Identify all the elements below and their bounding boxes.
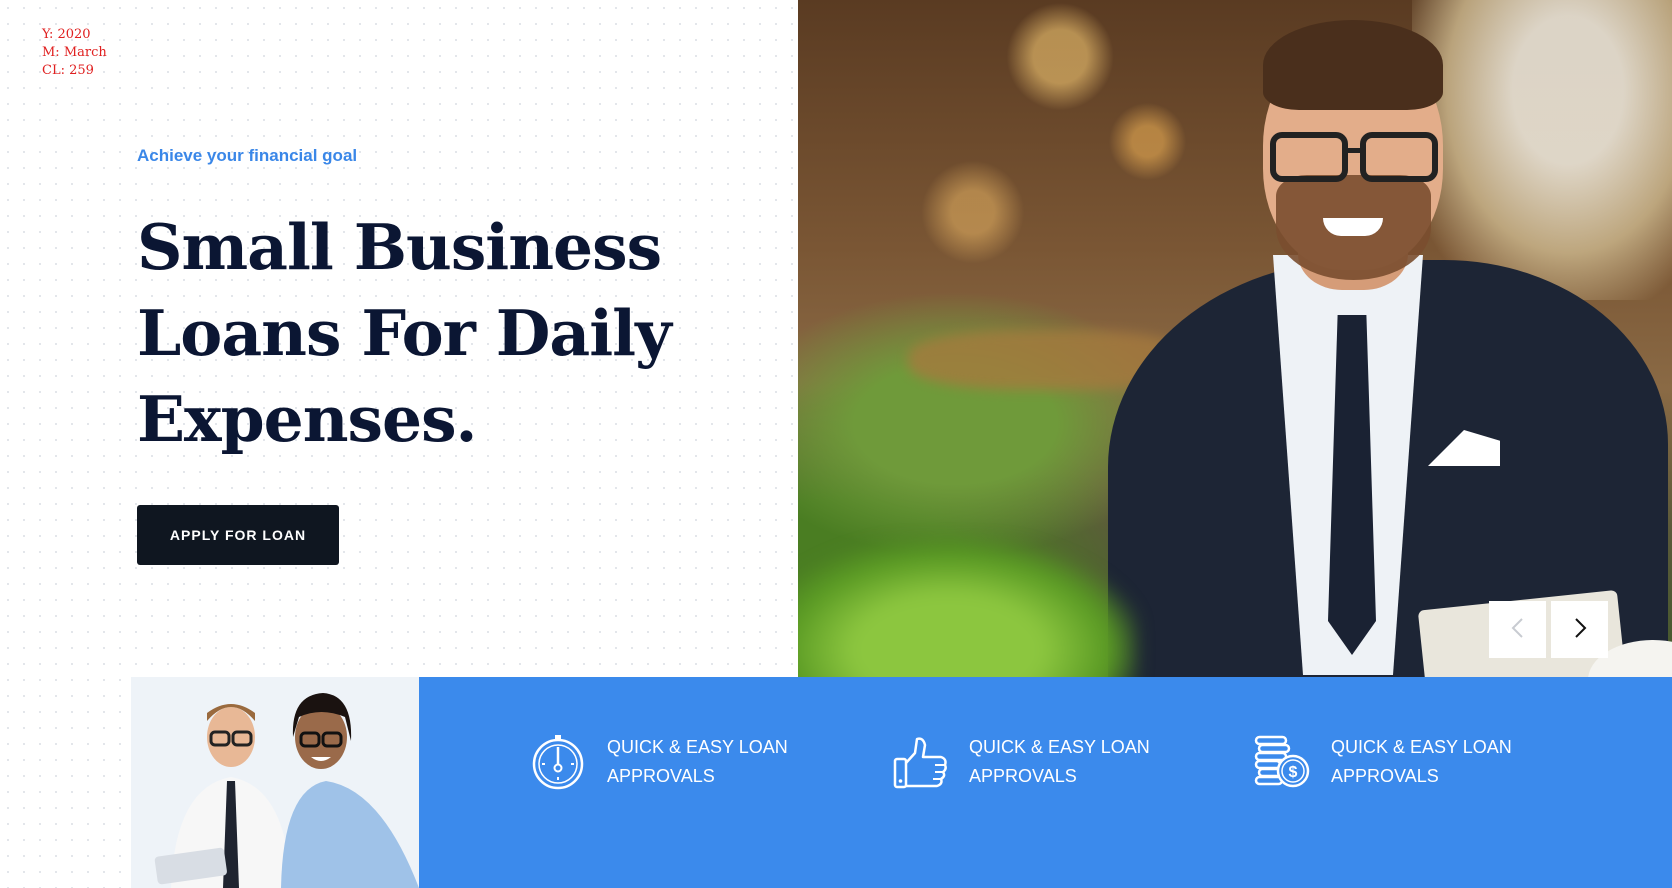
feature-text: QUICK & EASY LOAN APPROVALS: [607, 737, 788, 786]
features-bar: QUICK & EASY LOAN APPROVALS QUICK & EASY…: [419, 677, 1672, 888]
feature-text: QUICK & EASY LOAN APPROVALS: [1331, 737, 1512, 786]
feature-text: QUICK & EASY LOAN APPROVALS: [969, 737, 1150, 786]
svg-text:$: $: [1289, 764, 1298, 781]
coins-dollar-icon: $: [1253, 733, 1311, 791]
feature-item: QUICK & EASY LOAN APPROVALS: [529, 733, 797, 791]
chevron-right-icon: [1571, 617, 1589, 642]
feature-item: QUICK & EASY LOAN APPROVALS: [891, 733, 1159, 791]
carousel-next-button[interactable]: [1551, 601, 1608, 658]
meta-cl: CL: 259: [42, 63, 94, 78]
thumbs-up-icon: [891, 733, 949, 791]
stopwatch-icon: [529, 733, 587, 791]
team-photo: [131, 677, 419, 888]
chevron-left-icon: [1509, 617, 1527, 642]
apply-for-loan-button[interactable]: APPLY FOR LOAN: [137, 505, 339, 565]
meta-month: M: March: [42, 45, 107, 60]
feature-item: $ QUICK & EASY LOAN APPROVALS: [1253, 733, 1521, 791]
meta-year: Y: 2020: [42, 27, 91, 42]
hero-headline: Small Business Loans For Daily Expenses.: [137, 210, 672, 456]
carousel-prev-button[interactable]: [1489, 601, 1546, 658]
hero-eyebrow: Achieve your financial goal: [137, 146, 358, 165]
debug-meta: Y: 2020 M: March CL: 259: [42, 26, 107, 80]
